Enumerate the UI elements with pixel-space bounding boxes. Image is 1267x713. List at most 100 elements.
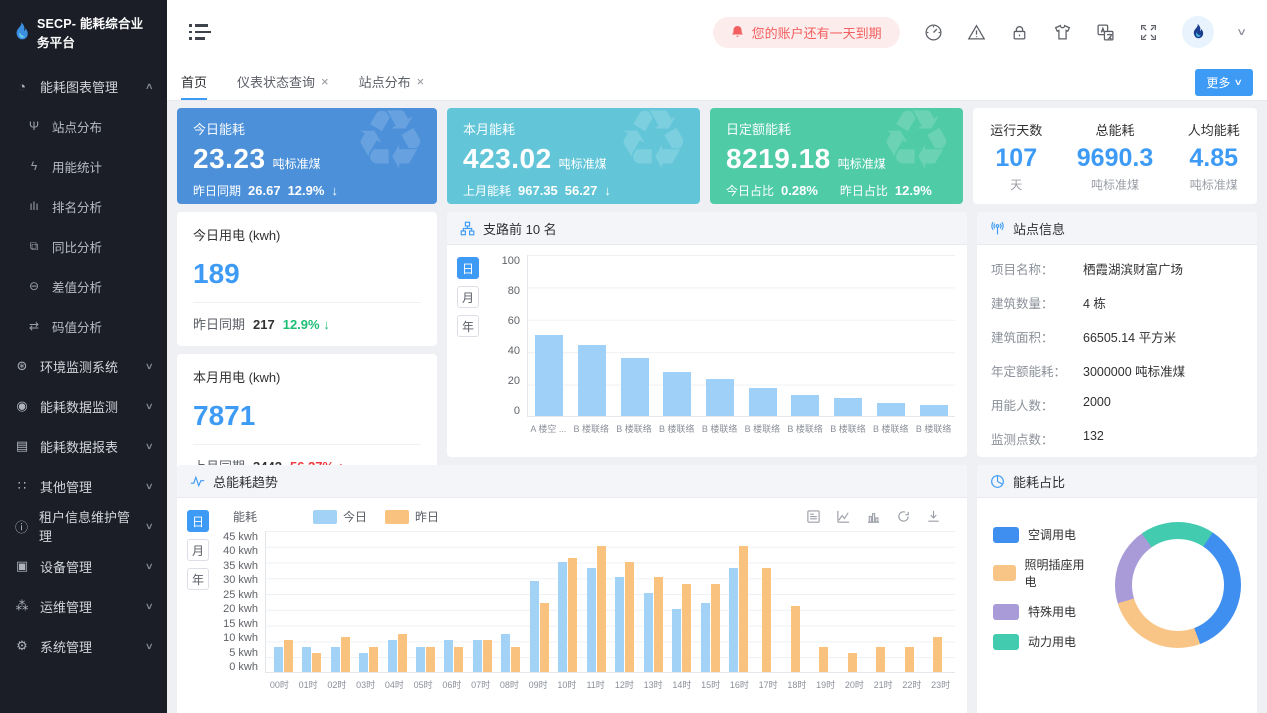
- sidebar-item-能耗数据报表[interactable]: ▤能耗数据报表∨: [0, 426, 167, 466]
- tab-label: 站点分布: [359, 72, 411, 91]
- period-button-月[interactable]: 月: [187, 539, 209, 561]
- data-view-icon[interactable]: [806, 509, 821, 524]
- legend-item-昨日[interactable]: 昨日: [385, 508, 439, 525]
- sidebar-item-label: 能耗数据监测: [40, 397, 118, 416]
- antenna-icon: Ψ: [26, 119, 42, 133]
- card-unit: 吨标准煤: [273, 155, 321, 172]
- bar-昨日: [568, 558, 577, 672]
- bar: [578, 345, 606, 416]
- sidebar-item-label: 能耗数据报表: [40, 437, 118, 456]
- period-button-年[interactable]: 年: [457, 315, 479, 337]
- x-tick-label: 10时: [553, 678, 582, 691]
- sidebar-item-能耗数据监测[interactable]: ◉能耗数据监测∨: [0, 386, 167, 426]
- sidebar-item-租户信息维护管理[interactable]: ⓘ租户信息维护管理∨: [0, 506, 167, 546]
- hour-group: [440, 640, 468, 672]
- hour-group: [497, 634, 525, 672]
- period-button-日[interactable]: 日: [187, 510, 209, 532]
- pie-legend-item-空调用电[interactable]: 空调用电: [993, 526, 1087, 543]
- bar-今日: [644, 593, 653, 672]
- sidebar-subitem-排名分析[interactable]: ılı排名分析: [0, 186, 167, 226]
- stat-label: 人均能耗: [1188, 120, 1240, 139]
- bar: [621, 358, 649, 416]
- chevron-down-icon[interactable]: ∨: [1236, 27, 1247, 38]
- stat-unit: 天: [990, 176, 1042, 193]
- period-button-年[interactable]: 年: [187, 568, 209, 590]
- collapse-sidebar-button[interactable]: [189, 24, 211, 40]
- hour-group: [810, 647, 838, 672]
- tab-label: 首页: [181, 72, 207, 91]
- foot-value: 217: [253, 317, 275, 332]
- site-info-panel: 站点信息 项目名称：栖霞湖滨财富广场建筑数量：4 栋建筑面积：66505.14 …: [977, 212, 1257, 457]
- sidebar-subitem-码值分析[interactable]: ⇄码值分析: [0, 306, 167, 346]
- bar-昨日: [483, 640, 492, 672]
- tab-site-distribution[interactable]: 站点分布 ×: [359, 64, 425, 100]
- chevron-down-icon: ∨: [145, 401, 154, 412]
- bar-今日: [729, 568, 738, 672]
- bar-chart-icon[interactable]: [866, 509, 881, 524]
- sidebar-item-环境监测系统[interactable]: ⊛环境监测系统∨: [0, 346, 167, 386]
- legend-item-今日[interactable]: 今日: [313, 508, 367, 525]
- pie-legend-item-照明插座用电[interactable]: 照明插座用电: [993, 556, 1087, 590]
- alert-text: 您的账户还有一天到期: [752, 23, 882, 42]
- user-avatar[interactable]: [1182, 16, 1214, 48]
- account-expiry-alert[interactable]: 您的账户还有一天到期: [713, 17, 900, 48]
- stat-item: 总能耗9690.3吨标准煤: [1077, 120, 1153, 193]
- sidebar-item-能耗图表管理[interactable]: ◔能耗图表管理∧: [0, 66, 167, 106]
- bar-昨日: [426, 647, 435, 672]
- line-chart-icon[interactable]: [836, 509, 851, 524]
- grid-dots-icon: ∷: [14, 478, 30, 494]
- x-tick-label: B 楼联络: [869, 422, 912, 435]
- download-icon[interactable]: [926, 509, 941, 524]
- sidebar-item-系统管理[interactable]: ⚙系统管理∨: [0, 626, 167, 666]
- sidebar-subitem-站点分布[interactable]: Ψ站点分布: [0, 106, 167, 146]
- bar-昨日: [654, 577, 663, 672]
- sidebar-item-label: 运维管理: [40, 597, 92, 616]
- pie-legend-item-特殊用电[interactable]: 特殊用电: [993, 603, 1087, 620]
- tshirt-theme-icon[interactable]: [1053, 23, 1072, 42]
- refresh-icon[interactable]: [896, 509, 911, 524]
- lock-icon[interactable]: [1010, 23, 1029, 42]
- x-tick-label: B 楼联络: [655, 422, 698, 435]
- x-tick-label: 17时: [754, 678, 783, 691]
- x-tick-label: 16时: [725, 678, 754, 691]
- gauge-icon[interactable]: [924, 23, 943, 42]
- sidebar-subitem-用能统计[interactable]: ϟ用能统计: [0, 146, 167, 186]
- bar-昨日: [762, 568, 771, 672]
- x-tick-label: B 楼联络: [741, 422, 784, 435]
- x-axis-labels: A 楼空 ...B 楼联络B 楼联络B 楼联络B 楼联络B 楼联络B 楼联络B …: [527, 422, 955, 435]
- site-info-value: 66505.14 平方米: [1083, 327, 1176, 346]
- sidebar-subitem-同比分析[interactable]: ⧉同比分析: [0, 226, 167, 266]
- sidebar-item-设备管理[interactable]: ▣设备管理∨: [0, 546, 167, 586]
- sidebar-item-label: 系统管理: [40, 637, 92, 656]
- pie-legend-item-动力用电[interactable]: 动力用电: [993, 633, 1087, 650]
- sidebar-subitem-差值分析[interactable]: ⊖差值分析: [0, 266, 167, 306]
- more-tabs-button[interactable]: 更多 ∨: [1195, 69, 1253, 96]
- bar-昨日: [341, 637, 350, 672]
- tab-home[interactable]: 首页: [181, 64, 207, 100]
- energy-ratio-donut-chart: [1115, 522, 1241, 648]
- site-info-label: 监测点数：: [991, 429, 1083, 448]
- period-button-日[interactable]: 日: [457, 257, 479, 279]
- bar-今日: [587, 568, 596, 672]
- period-button-月[interactable]: 月: [457, 286, 479, 308]
- x-tick-label: 15时: [696, 678, 725, 691]
- sidebar-item-其他管理[interactable]: ∷其他管理∨: [0, 466, 167, 506]
- translate-icon[interactable]: [1096, 23, 1115, 42]
- sidebar-item-运维管理[interactable]: ⁂运维管理∨: [0, 586, 167, 626]
- sidebar: SECP- 能耗综合业务平台 ◔能耗图表管理∧Ψ站点分布ϟ用能统计ılı排名分析…: [0, 0, 167, 713]
- legend-swatch: [313, 510, 337, 524]
- close-tab-icon[interactable]: ×: [321, 74, 329, 89]
- legend-label: 动力用电: [1028, 633, 1076, 650]
- bar: [834, 398, 862, 416]
- bar-今日: [473, 640, 482, 672]
- y-axis-labels: 100806040200: [497, 255, 527, 417]
- more-label: 更多: [1206, 74, 1230, 91]
- x-tick-label: 00时: [265, 678, 294, 691]
- tab-meter-status[interactable]: 仪表状态查询 ×: [237, 64, 329, 100]
- warning-triangle-icon[interactable]: [967, 23, 986, 42]
- close-tab-icon[interactable]: ×: [417, 74, 425, 89]
- fullscreen-icon[interactable]: [1139, 23, 1158, 42]
- bar-今日: [701, 603, 710, 672]
- site-info-row: 上线时间：20191225: [991, 455, 1243, 457]
- hour-group: [297, 647, 325, 672]
